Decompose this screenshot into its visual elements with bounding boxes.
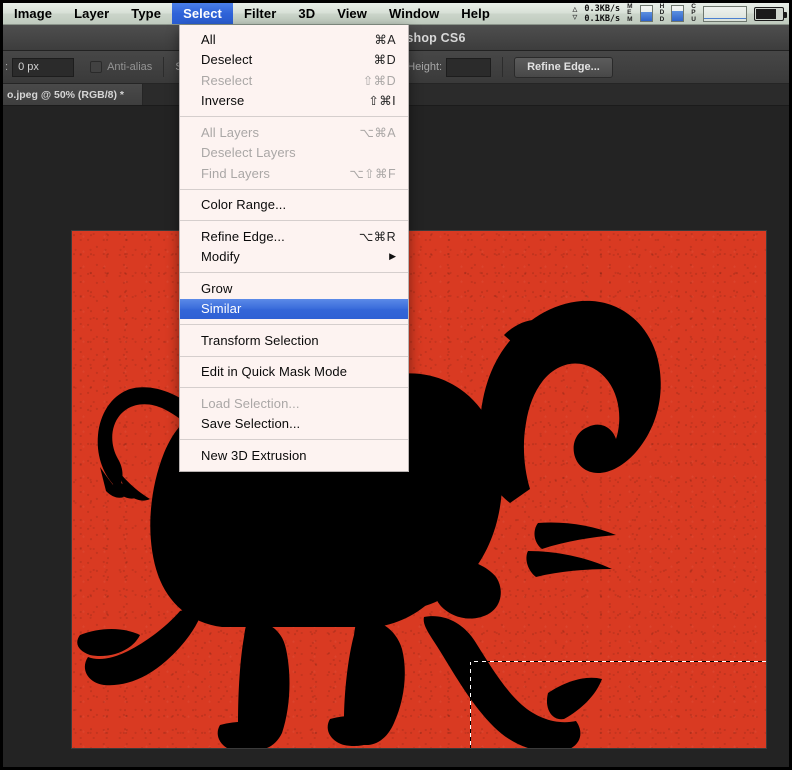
menu-separator	[180, 324, 408, 325]
menu-item-shortcut: ⌘D	[373, 53, 396, 68]
menu-item-save-selection[interactable]: Save Selection...	[180, 414, 408, 435]
menu-separator	[180, 439, 408, 440]
options-divider-2	[502, 57, 504, 77]
menu-item-reselect: Reselect ⇧⌘D	[180, 70, 408, 91]
battery-icon	[754, 6, 787, 21]
menu-type[interactable]: Type	[120, 3, 172, 24]
menu-item-label: All	[201, 31, 216, 47]
menu-item-label: Modify	[201, 249, 240, 265]
menu-filter[interactable]: Filter	[233, 3, 287, 24]
menu-bar-spacer	[501, 3, 572, 24]
anti-alias-label: Anti-alias	[107, 61, 153, 73]
menu-item-deselect[interactable]: Deselect ⌘D	[180, 50, 408, 71]
photoshop-window: Image Layer Type Select Filter 3D View W…	[0, 0, 792, 770]
menu-separator	[180, 387, 408, 388]
menu-item-label: Transform Selection	[201, 332, 319, 348]
marquee-selection[interactable]	[470, 661, 766, 748]
cpu-label: CPU	[691, 2, 696, 23]
menu-item-deselect-layers: Deselect Layers	[180, 143, 408, 164]
menu-item-color-range[interactable]: Color Range...	[180, 195, 408, 216]
menu-item-label: Save Selection...	[201, 416, 301, 432]
menu-image-label: Image	[14, 6, 53, 21]
memory-gauge-icon	[639, 5, 653, 22]
menu-item-shortcut: ⌘A	[374, 32, 396, 47]
menu-separator	[180, 188, 408, 190]
menu-3d-label: 3D	[298, 6, 316, 21]
cpu-graph-icon	[703, 5, 747, 22]
menu-item-grow[interactable]: Grow	[180, 278, 408, 299]
menu-item-label: Reselect	[201, 72, 253, 88]
menu-layer[interactable]: Layer	[63, 3, 120, 24]
menu-item-shortcut: ⌥⇧⌘F	[349, 166, 396, 181]
document-tab-label: o.jpeg @ 50% (RGB/8) *	[7, 88, 125, 101]
menu-item-new-3d-extrusion[interactable]: New 3D Extrusion	[180, 445, 408, 466]
menu-image[interactable]: Image	[3, 3, 63, 24]
menu-view[interactable]: View	[326, 3, 378, 24]
menu-item-shortcut: ⇧⌘D	[362, 73, 396, 88]
menu-separator	[180, 272, 408, 273]
feather-input[interactable]: 0 px	[12, 57, 75, 77]
memory-label: MEM	[627, 2, 633, 23]
menu-help[interactable]: Help	[450, 3, 501, 24]
checkbox-icon	[90, 61, 103, 73]
menu-bar: Image Layer Type Select Filter 3D View W…	[3, 3, 789, 25]
menu-item-find-layers: Find Layers ⌥⇧⌘F	[180, 163, 408, 184]
menu-item-label: Load Selection...	[201, 395, 300, 411]
menu-separator	[180, 220, 408, 221]
menu-item-inverse[interactable]: Inverse ⇧⌘I	[180, 91, 408, 112]
menu-item-similar[interactable]: Similar	[180, 298, 408, 319]
menu-window[interactable]: Window	[378, 3, 450, 24]
marching-ants-border	[470, 661, 766, 748]
network-rates: 0.3KB/s 0.1KB/s	[584, 4, 620, 24]
menu-view-label: View	[337, 6, 367, 21]
menu-item-label: Deselect	[201, 52, 253, 68]
menu-window-label: Window	[388, 6, 440, 21]
image-canvas[interactable]	[72, 231, 766, 748]
select-dropdown-menu: All ⌘A Deselect ⌘D Reselect ⇧⌘D Inverse ⇧⌘I All …	[179, 25, 409, 472]
menu-separator	[180, 116, 408, 117]
menu-item-label: Similar	[201, 301, 242, 317]
menu-item-modify[interactable]: Modify ▶	[180, 247, 408, 268]
menu-help-label: Help	[461, 6, 490, 21]
menu-item-label: New 3D Extrusion	[201, 447, 307, 463]
submenu-arrow-icon: ▶	[389, 251, 396, 262]
menu-type-label: Type	[131, 6, 162, 21]
hdd-label: HDD	[659, 2, 665, 23]
menu-filter-label: Filter	[243, 6, 277, 21]
menu-select-label: Select	[183, 6, 222, 21]
menu-item-transform-selection[interactable]: Transform Selection	[180, 330, 408, 351]
hdd-gauge-icon	[671, 5, 685, 22]
height-label: Height:	[407, 61, 443, 73]
anti-alias-checkbox[interactable]: Anti-alias	[90, 61, 152, 73]
menu-item-label: Inverse	[201, 93, 245, 109]
height-input[interactable]	[446, 57, 492, 77]
menu-select[interactable]: Select	[172, 3, 233, 24]
options-divider-1	[163, 57, 165, 77]
menu-item-label: Grow	[201, 280, 233, 296]
network-arrows-icon: ▵ ▿	[572, 3, 578, 23]
menu-item-shortcut: ⌥⌘R	[358, 229, 396, 244]
menu-item-label: Refine Edge...	[201, 228, 285, 244]
menu-3d[interactable]: 3D	[287, 3, 326, 24]
menu-item-label: Color Range...	[201, 197, 287, 213]
menu-item-shortcut: ⇧⌘I	[368, 94, 396, 109]
menu-item-label: Find Layers	[201, 165, 271, 181]
system-monitor-tray: ▵ ▿ 0.3KB/s 0.1KB/s MEM HDD CPU	[572, 3, 789, 24]
menu-item-label: Deselect Layers	[201, 145, 296, 161]
menu-item-label: Edit in Quick Mask Mode	[201, 364, 348, 380]
menu-layer-label: Layer	[74, 6, 110, 21]
network-download-rate: 0.1KB/s	[584, 13, 621, 24]
menu-item-edit-in-quick-mask-mode[interactable]: Edit in Quick Mask Mode	[180, 362, 408, 383]
menu-item-all[interactable]: All ⌘A	[180, 29, 408, 50]
menu-separator	[180, 355, 408, 357]
menu-item-load-selection: Load Selection...	[180, 393, 408, 414]
feather-label: :	[5, 61, 9, 73]
menu-item-all-layers: All Layers ⌥⌘A	[180, 122, 408, 143]
refine-edge-button[interactable]: Refine Edge...	[514, 56, 613, 78]
menu-item-shortcut: ⌥⌘A	[359, 125, 396, 140]
network-upload-rate: 0.3KB/s	[584, 3, 621, 14]
menu-item-label: All Layers	[201, 124, 260, 140]
document-tab[interactable]: o.jpeg @ 50% (RGB/8) *	[3, 84, 143, 105]
menu-item-refine-edge[interactable]: Refine Edge... ⌥⌘R	[180, 226, 408, 247]
